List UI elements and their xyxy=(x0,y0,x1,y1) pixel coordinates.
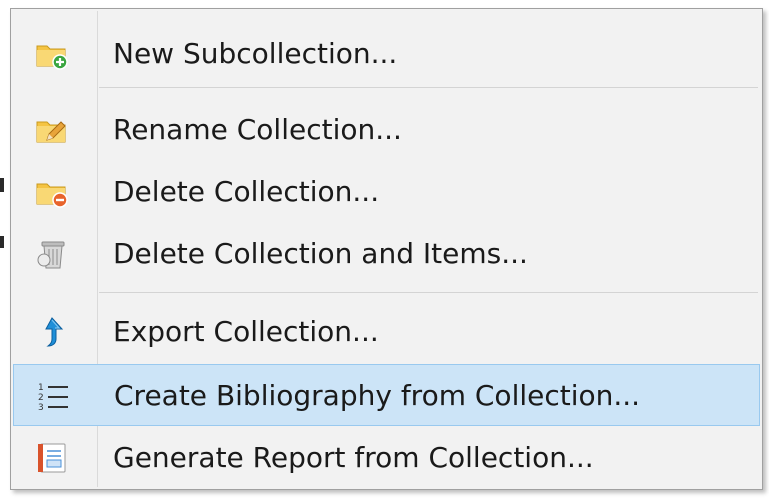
menu-item-label: New Subcollection... xyxy=(113,37,398,70)
menu-item-export-collection[interactable]: Export Collection... xyxy=(13,301,760,363)
menu-separator xyxy=(99,292,758,293)
svg-text:2: 2 xyxy=(38,393,44,403)
menu-item-label: Export Collection... xyxy=(113,315,379,348)
menu-item-label: Delete Collection and Items... xyxy=(113,237,528,270)
background-fragment xyxy=(0,178,4,192)
trash-can-icon xyxy=(37,241,65,269)
numbered-list-icon: 1 2 3 xyxy=(38,383,68,412)
menu-item-new-subcollection[interactable]: New Subcollection... xyxy=(13,23,760,85)
menu-item-generate-report[interactable]: Generate Report from Collection... xyxy=(13,427,760,489)
folder-add-icon xyxy=(36,45,68,70)
menu-item-create-bibliography[interactable]: 1 2 3 Create Bibliography from Collectio… xyxy=(13,364,760,426)
folder-rename-icon xyxy=(36,121,66,143)
menu-item-rename-collection[interactable]: Rename Collection... xyxy=(13,99,760,161)
menu-item-delete-collection[interactable]: Delete Collection... xyxy=(13,161,760,223)
export-arrow-icon xyxy=(45,317,64,347)
svg-text:3: 3 xyxy=(38,403,44,412)
background-fragment xyxy=(0,236,4,248)
menu-item-label: Create Bibliography from Collection... xyxy=(114,379,641,412)
menu-item-label: Delete Collection... xyxy=(113,175,380,208)
menu-separator xyxy=(99,87,758,88)
menu-item-delete-collection-and-items[interactable]: Delete Collection and Items... xyxy=(13,223,760,285)
svg-text:1: 1 xyxy=(38,383,44,393)
context-menu: New Subcollection... Rename Collection..… xyxy=(10,8,763,490)
report-notebook-icon xyxy=(38,443,66,473)
folder-delete-icon xyxy=(36,183,68,208)
menu-item-label: Rename Collection... xyxy=(113,113,402,146)
menu-item-label: Generate Report from Collection... xyxy=(113,441,594,474)
